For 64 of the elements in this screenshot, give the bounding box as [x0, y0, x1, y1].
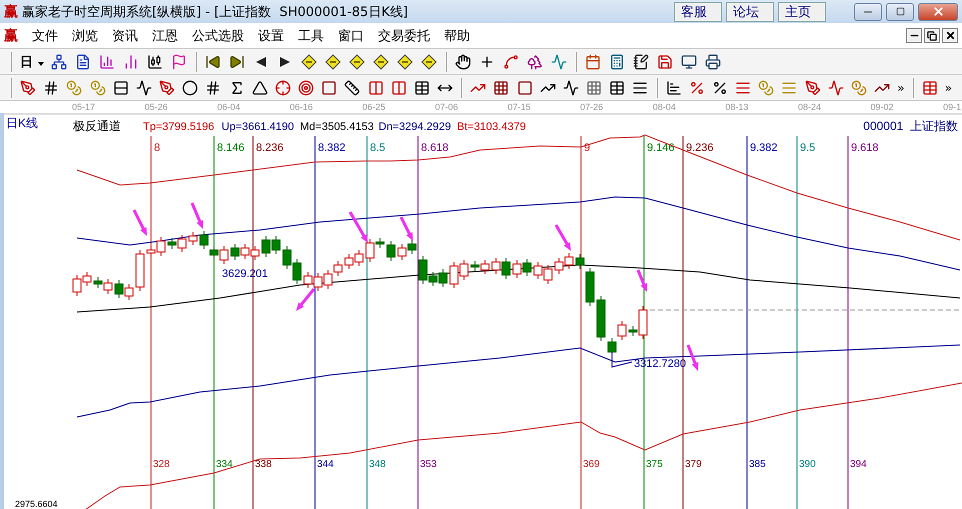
- cycle-count-label: 369: [583, 459, 600, 470]
- indicator-value: Tp=3799.5196: [143, 121, 214, 133]
- menu-item[interactable]: 工具: [298, 26, 324, 44]
- menu-item[interactable]: 帮助: [444, 26, 470, 44]
- indicator-value: Md=3505.4153: [300, 121, 374, 133]
- cycle-count-label: 344: [317, 459, 334, 470]
- period-dropdown[interactable]: 日: [18, 51, 46, 72]
- menu-item[interactable]: 设置: [258, 26, 284, 44]
- indicator-value: Bt=3103.4379: [457, 121, 526, 133]
- indicator-value: Dn=3294.2929: [378, 121, 451, 133]
- cycle-ratio-label: 9.5: [800, 142, 816, 154]
- date-axis-label: 07-06: [434, 101, 459, 113]
- cycle-count-label: 394: [850, 459, 867, 470]
- menu-item[interactable]: 窗口: [338, 26, 364, 44]
- cycle-ratio-label: 8.382: [318, 142, 346, 154]
- app-logo: 赢: [4, 26, 18, 44]
- cycle-ratio-label: 8.236: [256, 142, 284, 154]
- cycle-count-label: 375: [646, 459, 663, 470]
- date-axis-label: 06-04: [217, 101, 242, 113]
- indicator-value: Up=3661.4190: [222, 121, 294, 133]
- indicator-name: 极反通道: [73, 119, 121, 133]
- window-title: 赢家老子时空周期系统[纵横版] - [上证指数 SH000001-85日K线]: [22, 4, 409, 20]
- period-label: 日K线: [6, 116, 38, 130]
- menu-item[interactable]: 江恩: [152, 26, 178, 44]
- cycle-ratio-label: 8.618: [421, 142, 449, 154]
- app-logo: 赢: [4, 2, 18, 20]
- cycle-ratio-label: 8: [154, 142, 160, 154]
- date-axis-label: 08-24: [798, 101, 822, 113]
- date-axis-label: 09-02: [870, 101, 895, 113]
- cycle-ratio-label: 9.618: [851, 142, 879, 154]
- cycle-count-label: 385: [749, 459, 766, 470]
- date-axis-label: 07-26: [580, 101, 604, 113]
- header-link-button[interactable]: 客服: [674, 2, 722, 22]
- price-label: 2975.6604: [15, 499, 58, 509]
- cycle-count-label: 390: [799, 459, 816, 470]
- symbol-label: 000001 上证指数: [863, 119, 958, 133]
- cycle-count-label: 328: [153, 459, 170, 470]
- cycle-count-label: 379: [685, 459, 702, 470]
- menu-item[interactable]: 文件: [32, 26, 58, 44]
- cycle-ratio-label: 9.236: [686, 142, 714, 154]
- overflow-button[interactable]: »: [895, 80, 907, 94]
- date-axis-label: 06-16: [290, 101, 314, 113]
- cycle-count-label: 334: [216, 459, 233, 470]
- date-axis-label: 07-15: [508, 101, 532, 113]
- cycle-count-label: 353: [420, 459, 437, 470]
- date-axis-label: 06-25: [362, 101, 386, 113]
- cycle-ratio-label: 9.146: [647, 142, 675, 154]
- cycle-ratio-label: 8.146: [217, 142, 245, 154]
- header-link-button[interactable]: 论坛: [726, 2, 774, 22]
- overflow-button[interactable]: »: [942, 80, 954, 94]
- cycle-ratio-label: 8.5: [370, 142, 386, 154]
- menu-item[interactable]: 公式选股: [192, 26, 244, 44]
- menu-item[interactable]: 交易委托: [378, 26, 430, 44]
- date-axis-label: 05-17: [72, 101, 96, 113]
- date-axis-label: 08-13: [725, 101, 750, 113]
- cycle-ratio-label: 9.382: [750, 142, 778, 154]
- header-link-button[interactable]: 主页: [778, 2, 826, 22]
- date-axis-label: 08-04: [652, 101, 677, 113]
- cycle-count-label: 338: [255, 459, 272, 470]
- date-axis-label: 05-26: [144, 101, 169, 113]
- menu-item[interactable]: 浏览: [72, 26, 98, 44]
- menu-item[interactable]: 资讯: [112, 26, 138, 44]
- cycle-count-label: 348: [369, 459, 386, 470]
- date-axis-label: 09-1: [943, 101, 962, 113]
